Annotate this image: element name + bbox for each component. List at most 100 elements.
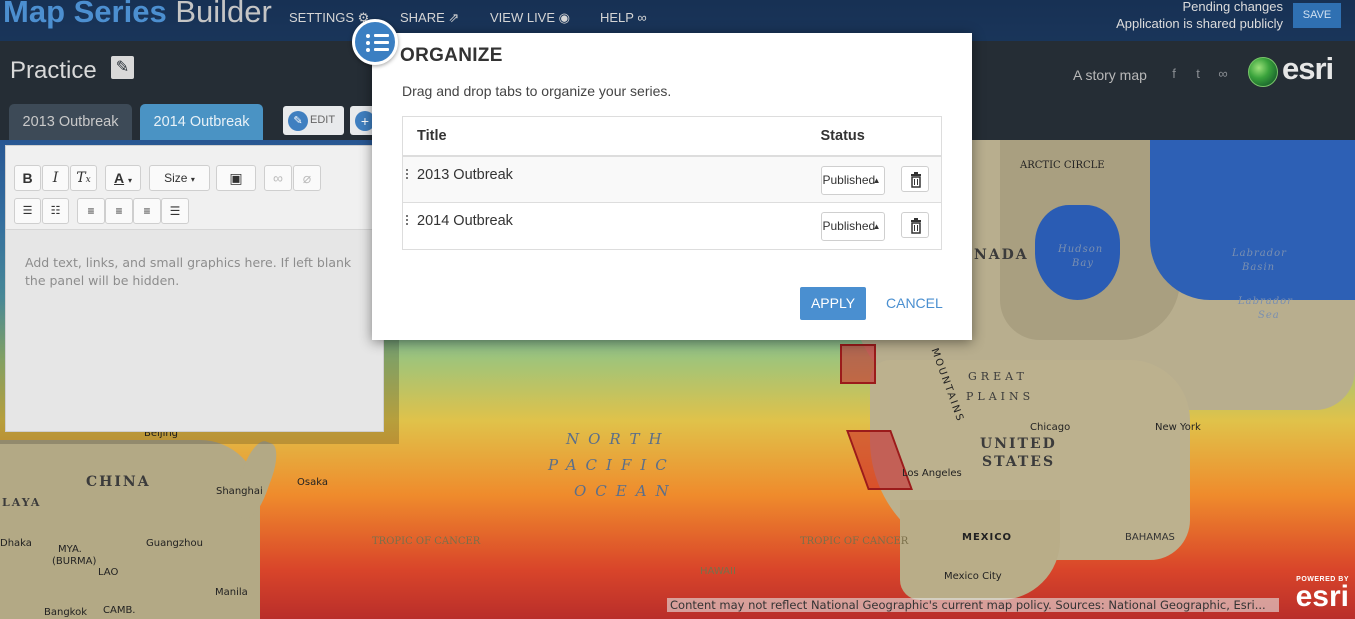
map-label: Shanghai [216,486,263,497]
map-label: Sea [1258,310,1280,321]
facebook-icon[interactable]: f [1166,66,1182,82]
delete-button[interactable] [900,212,929,238]
pending-status: Pending changes Application is shared pu… [1116,0,1283,31]
map-label: TROPIC OF CANCER [800,536,909,547]
align-center-button[interactable]: ≡ [105,198,133,224]
map-label: NADA [974,247,1029,263]
row-title: 2014 Outbreak [417,213,513,229]
settings-button[interactable]: SETTINGS ⚙ [289,10,369,26]
map-label: Dhaka [0,538,32,549]
font-color-icon: A [113,170,125,186]
table-row[interactable]: 2013 Outbreak Published ▲▼ [402,155,942,203]
help-button[interactable]: HELP ∞ [600,10,647,25]
save-button[interactable]: SAVE [1293,3,1341,28]
map-label: (BURMA) [52,556,97,567]
link-button[interactable]: ∞ [264,165,292,191]
dialog-title: ORGANIZE [400,45,503,66]
arctic-water [1150,140,1355,300]
map-label: BAHAMAS [1125,532,1175,543]
link-icon: ∞ [273,170,283,186]
map-label: CAMB. [103,605,136,616]
drag-handle-icon[interactable] [406,168,409,183]
map-label: STATES [982,454,1056,470]
text-editor: B I Tx A ▾ Size ▾ ▣ ∞ ⌀ ☰ ☷ ≡ ≡ ≡ ☰ Add … [5,145,384,432]
powered-by-esri: POWERED BY esri [1295,576,1349,613]
eye-icon: ◉ [558,10,570,25]
insert-media-button[interactable]: ▣ [216,165,256,191]
map-label: CHINA [86,474,151,490]
link-icon[interactable]: ∞ [1215,66,1231,82]
bulleted-list-button[interactable]: ☷ [42,198,69,224]
apply-button[interactable]: APPLY [800,287,866,320]
map-label: Guangzhou [146,538,203,549]
row-title: 2013 Outbreak [417,166,513,183]
add-tab-button[interactable]: + [350,106,375,135]
cancel-button[interactable]: CANCEL [886,287,943,320]
mexico-land [900,500,1060,600]
trash-icon [910,218,921,234]
align-left-button[interactable]: ≡ [77,198,105,224]
map-attribution: Content may not reflect National Geograp… [667,598,1279,612]
numbered-list-icon: ☰ [22,205,33,217]
tab-2014-outbreak[interactable]: 2014 Outbreak [140,104,263,140]
map-label: NORTH [566,430,671,448]
align-right-button[interactable]: ≡ [133,198,161,224]
map-label: MYA. [58,544,82,555]
numbered-list-button[interactable]: ☰ [14,198,41,224]
map-label: Los Angeles [902,468,962,479]
table-row[interactable]: 2014 Outbreak Published ▲▼ [402,202,942,250]
column-header-title: Title [402,116,814,157]
view-live-button[interactable]: VIEW LIVE ◉ [490,10,570,26]
clear-format-button[interactable]: Tx [70,165,97,191]
map-label: Hudson [1058,244,1104,255]
status-select[interactable]: Published ▲▼ [820,212,885,241]
bold-button[interactable]: B [14,165,41,191]
outbreak-area-1 [840,344,876,384]
align-right-icon: ≡ [143,204,151,218]
story-title[interactable]: Practice [10,57,97,85]
drag-handle-icon[interactable] [406,215,409,229]
status-select[interactable]: Published ▲▼ [820,165,885,195]
twitter-icon[interactable]: t [1190,66,1206,82]
globe-icon [1248,57,1278,87]
align-left-icon: ≡ [87,204,95,218]
bulleted-list-icon: ☷ [50,205,61,217]
map-label: PLAINS [966,390,1035,403]
map-label: ARCTIC CIRCLE [1020,160,1105,171]
app-name: Map Series Builder [3,0,272,29]
unlink-icon: ⌀ [302,170,312,186]
map-label: Labrador [1232,248,1287,259]
trash-icon [910,171,921,188]
map-label: Osaka [297,477,328,488]
share-icon: ⇗ [448,10,460,25]
edit-tab-button[interactable]: ✎ EDIT [283,106,344,135]
map-label: Manila [215,587,248,598]
justify-button[interactable]: ☰ [161,198,189,224]
delete-button[interactable] [900,165,929,192]
camera-icon: ▣ [229,170,243,186]
map-label: Chicago [1030,422,1071,433]
justify-icon: ☰ [169,204,181,218]
editor-placeholder[interactable]: Add text, links, and small graphics here… [25,254,370,290]
map-label: Bangkok [44,607,88,618]
font-size-select[interactable]: Size ▾ [149,165,210,191]
pencil-icon[interactable]: ✎ [111,56,134,79]
series-table: Title Status 2013 Outbreak Published ▲▼ [402,116,942,250]
map-label: OCEAN [574,482,678,500]
italic-button[interactable]: I [42,165,69,191]
map-label: MEXICO [962,532,1013,543]
organize-dialog: ORGANIZE Drag and drop tabs to organize … [352,19,972,340]
map-label: Labrador [1238,296,1293,307]
unlink-button[interactable]: ⌀ [293,165,321,191]
map-label: HAWAII [700,566,736,577]
map-label: GREAT [968,370,1028,383]
story-map-tagline[interactable]: A story map [1073,67,1147,83]
map-label: Mexico City [944,571,1002,582]
map-label: New York [1155,422,1201,433]
map-label: LAO [98,567,119,578]
share-button[interactable]: SHARE ⇗ [400,10,459,26]
column-header-status: Status [813,116,942,157]
editor-toolbar: B I Tx A ▾ Size ▾ ▣ ∞ ⌀ ☰ ☷ ≡ ≡ ≡ ☰ [6,146,383,230]
tab-2013-outbreak[interactable]: 2013 Outbreak [9,104,132,140]
text-color-button[interactable]: A ▾ [105,165,141,191]
